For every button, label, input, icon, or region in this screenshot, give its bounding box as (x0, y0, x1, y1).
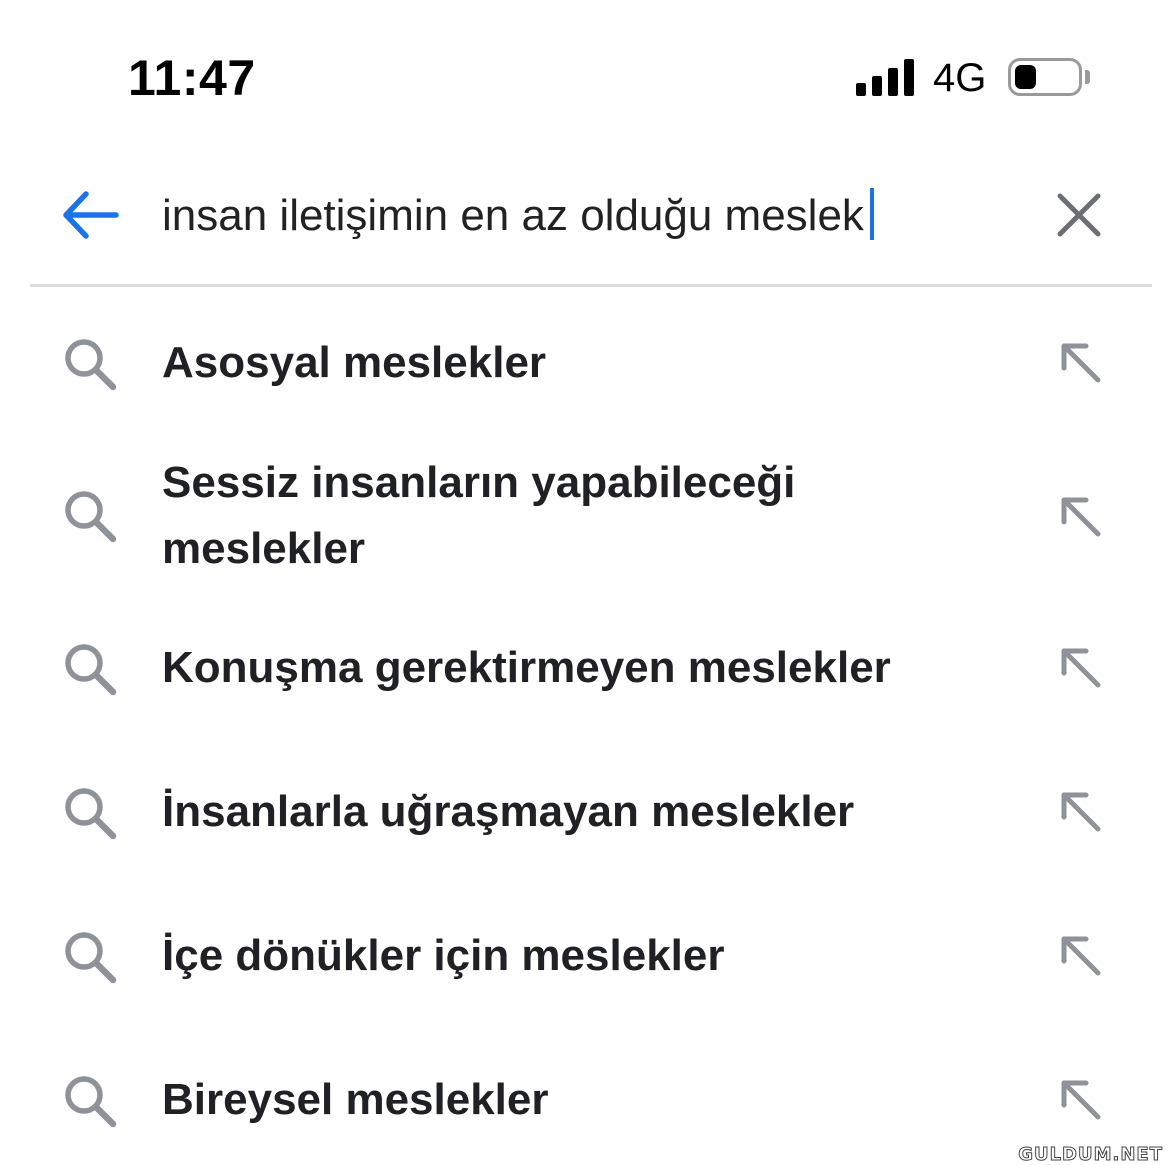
search-icon (65, 1076, 117, 1128)
arrow-up-left-icon[interactable] (1058, 645, 1104, 691)
suggestion-text: İçe dönükler için meslekler (162, 931, 725, 980)
suggestion-item[interactable]: Konuşma gerektirmeyen meslekler (0, 635, 1169, 701)
search-icon (65, 644, 117, 696)
search-icon (65, 788, 117, 840)
arrow-up-left-icon[interactable] (1058, 1077, 1104, 1123)
close-icon[interactable] (1054, 190, 1104, 240)
search-icon (65, 339, 117, 391)
status-time: 11:47 (128, 50, 256, 106)
network-type: 4G (933, 56, 987, 100)
suggestion-text: İnsanlarla uğraşmayan meslekler (162, 787, 855, 836)
suggestion-item[interactable]: Sessiz insanların yapabileceği meslekler (0, 450, 1169, 582)
battery-icon (1008, 58, 1082, 96)
arrow-up-left-icon[interactable] (1058, 933, 1104, 979)
suggestion-item[interactable]: Bireysel meslekler (0, 1067, 1169, 1133)
suggestion-text: Sessiz insanların yapabileceği meslekler (162, 458, 796, 573)
arrow-up-left-icon[interactable] (1058, 494, 1104, 540)
suggestion-item[interactable]: İçe dönükler için meslekler (0, 923, 1169, 989)
search-input[interactable]: insan iletişimin en az olduğu meslek (162, 186, 874, 246)
arrow-left-icon[interactable] (60, 188, 120, 242)
battery-level (1015, 65, 1036, 89)
text-cursor (869, 188, 874, 240)
search-icon (65, 932, 117, 984)
suggestion-text: Asosyal meslekler (162, 338, 547, 387)
search-screen: 11:47 4G insan iletişimin en az olduğu m… (0, 0, 1169, 1165)
suggestion-item[interactable]: İnsanlarla uğraşmayan meslekler (0, 779, 1169, 845)
suggestion-text: Konuşma gerektirmeyen meslekler (162, 643, 891, 692)
battery-cap (1085, 70, 1090, 84)
suggestion-item[interactable]: Asosyal meslekler (0, 330, 1169, 396)
arrow-up-left-icon[interactable] (1058, 340, 1104, 386)
search-divider (30, 284, 1152, 287)
search-icon (65, 491, 117, 543)
watermark-logo: GULDUM.NET (1018, 1144, 1163, 1165)
search-query-text: insan iletişimin en az olduğu meslek (162, 191, 864, 240)
cellular-signal-icon (856, 59, 914, 96)
suggestion-text: Bireysel meslekler (162, 1075, 549, 1124)
arrow-up-left-icon[interactable] (1058, 789, 1104, 835)
